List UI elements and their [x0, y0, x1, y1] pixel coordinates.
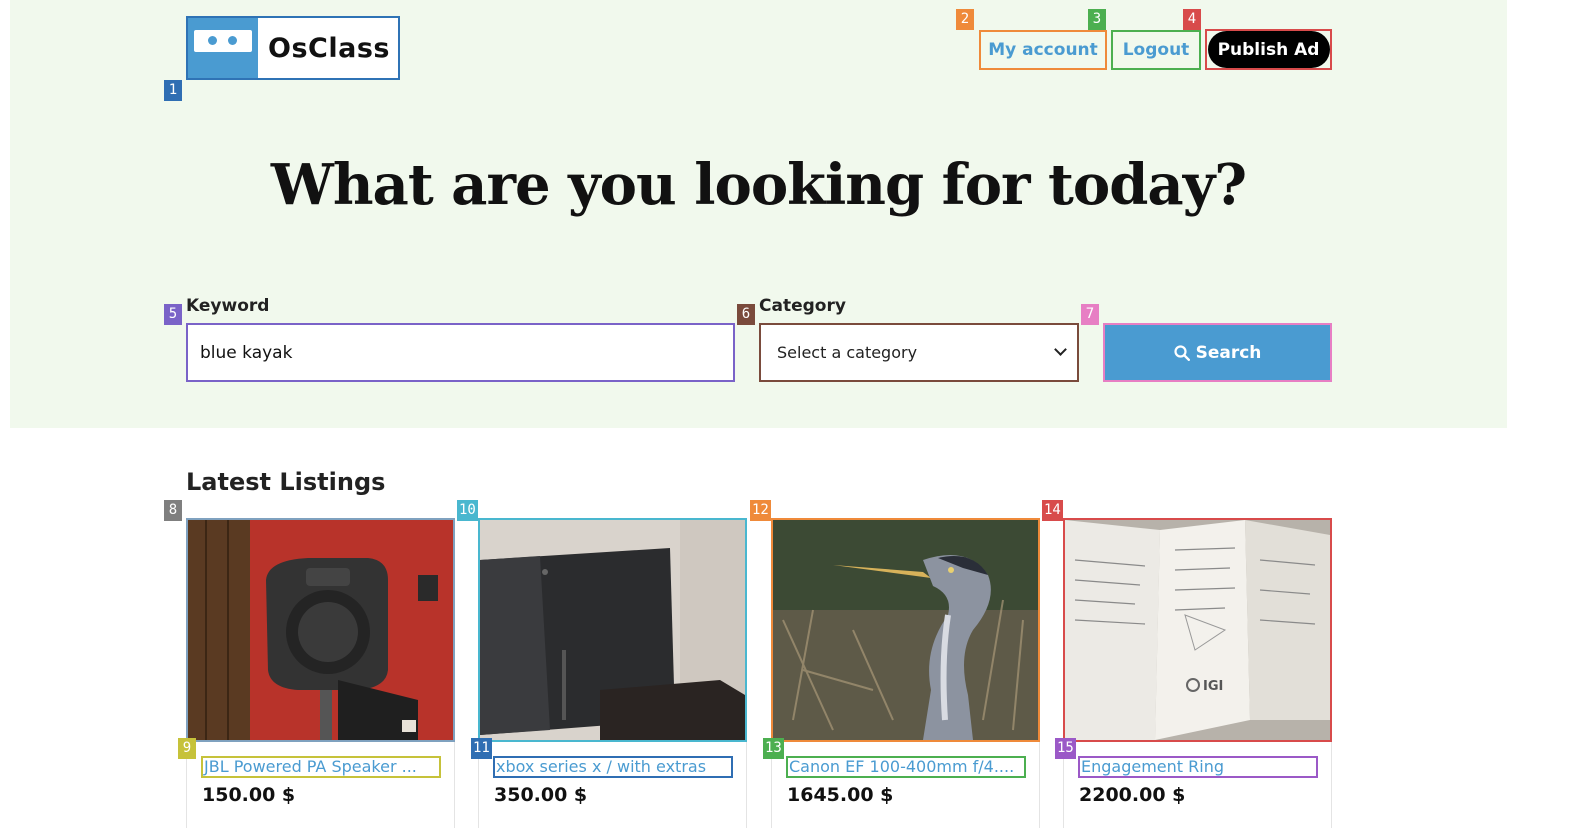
listing-price: 1645.00 $: [787, 784, 894, 806]
annotation-tag: 7: [1081, 304, 1099, 325]
card-divider: [746, 742, 747, 828]
annotation-tag: 2: [956, 9, 974, 30]
annotation-tag: 14: [1042, 500, 1063, 521]
certificate-photo-icon: IGI: [1065, 520, 1330, 740]
search-icon: [1173, 344, 1190, 361]
svg-text:IGI: IGI: [1203, 679, 1223, 694]
annotation-tag: 5: [164, 304, 182, 325]
listing-price: 2200.00 $: [1079, 784, 1186, 806]
listing-price: 150.00 $: [202, 784, 296, 806]
category-select[interactable]: Select a category: [759, 323, 1079, 382]
logout-link[interactable]: Logout: [1111, 30, 1201, 70]
listing-image-console[interactable]: [478, 518, 747, 742]
keyword-input[interactable]: [186, 323, 735, 382]
publish-ad-button[interactable]: Publish Ad: [1205, 29, 1332, 70]
category-label: Category: [759, 296, 846, 316]
listing-title-link[interactable]: JBL Powered PA Speaker ...: [201, 756, 441, 778]
annotation-tag: 10: [457, 500, 478, 521]
chevron-down-icon: [1054, 343, 1067, 356]
speaker-photo-icon: [188, 520, 453, 740]
card-divider: [1331, 742, 1332, 828]
listing-title-link[interactable]: Engagement Ring: [1078, 756, 1318, 778]
publish-ad-label: Publish Ad: [1207, 31, 1330, 68]
heron-photo-icon: [773, 520, 1038, 740]
listing-title-link[interactable]: Canon EF 100-400mm f/4....: [786, 756, 1026, 778]
listing-image-speaker[interactable]: [186, 518, 455, 742]
search-button[interactable]: Search: [1103, 323, 1332, 382]
annotation-tag: 13: [763, 738, 784, 759]
card-divider: [454, 742, 455, 828]
logo-mark-icon: [188, 18, 258, 78]
logo-text: OsClass: [268, 32, 390, 64]
category-selected-value: Select a category: [777, 343, 918, 362]
annotation-tag: 12: [750, 500, 771, 521]
latest-listings-heading: Latest Listings: [186, 468, 386, 496]
listing-card: IGI Engagement Ring 2200.00 $: [1063, 518, 1332, 828]
listing-card: xbox series x / with extras 350.00 $: [478, 518, 747, 828]
annotation-tag: 4: [1183, 9, 1201, 30]
annotation-tag: 6: [737, 304, 755, 325]
site-logo[interactable]: OsClass: [186, 16, 400, 80]
listing-card: JBL Powered PA Speaker ... 150.00 $: [186, 518, 455, 828]
page-headline: What are you looking for today?: [270, 152, 1247, 218]
listing-image-certificate[interactable]: IGI: [1063, 518, 1332, 742]
listing-price: 350.00 $: [494, 784, 588, 806]
annotation-tag: 9: [178, 738, 196, 759]
annotation-tag: 3: [1088, 9, 1106, 30]
annotation-tag: 15: [1055, 738, 1076, 759]
annotation-tag: 8: [164, 500, 182, 521]
search-button-label: Search: [1195, 342, 1262, 363]
my-account-link[interactable]: My account: [979, 30, 1107, 70]
annotation-tag: 1: [164, 80, 182, 101]
console-photo-icon: [480, 520, 745, 740]
keyword-label: Keyword: [186, 296, 270, 316]
listing-card: Canon EF 100-400mm f/4.... 1645.00 $: [771, 518, 1040, 828]
listing-image-heron[interactable]: [771, 518, 1040, 742]
card-divider: [1039, 742, 1040, 828]
annotation-tag: 11: [471, 738, 492, 759]
listing-title-link[interactable]: xbox series x / with extras: [493, 756, 733, 778]
